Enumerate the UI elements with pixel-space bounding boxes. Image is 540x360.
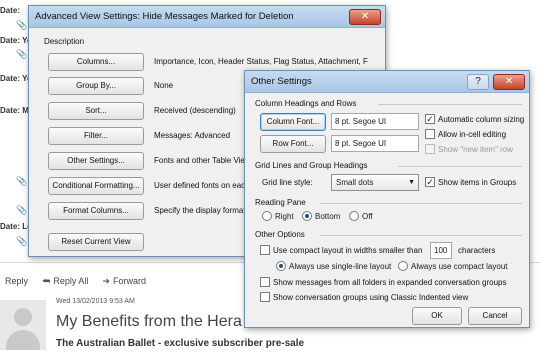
dialog-titlebar[interactable]: Advanced View Settings: Hide Messages Ma… bbox=[29, 6, 385, 28]
attachment-icon: 📎 bbox=[16, 236, 28, 246]
compact-layout-radio[interactable]: Always use compact layout bbox=[398, 261, 508, 271]
close-button[interactable]: ✕ bbox=[493, 74, 525, 90]
show-messages-all-folders-checkbox[interactable]: Show messages from all folders in expand… bbox=[260, 277, 506, 287]
group-by-value: None bbox=[154, 81, 174, 90]
checkbox-box bbox=[425, 144, 435, 154]
attachment-icon: 📎 bbox=[16, 49, 28, 59]
format-columns-value: Specify the display format bbox=[154, 206, 246, 215]
ok-button[interactable]: OK bbox=[412, 307, 462, 325]
group-separator bbox=[320, 235, 522, 236]
conditional-formatting-button[interactable]: Conditional Formatting... bbox=[48, 177, 144, 195]
automatic-column-sizing-checkbox[interactable]: ✓ Automatic column sizing bbox=[425, 114, 524, 124]
group-by-button[interactable]: Group By... bbox=[48, 77, 144, 95]
reading-pane-bottom-radio[interactable]: Bottom bbox=[302, 211, 340, 221]
reply-all-icon: ⮪ bbox=[42, 276, 51, 286]
grid-line-style-label: Grid line style: bbox=[262, 178, 313, 187]
grid-lines-group-label: Grid Lines and Group Headings bbox=[255, 161, 368, 170]
columns-value: Importance, Icon, Header Status, Flag St… bbox=[154, 57, 368, 66]
conditional-formatting-value: User defined fonts on eac bbox=[154, 181, 246, 190]
reply-button[interactable]: Reply bbox=[2, 276, 28, 287]
checkbox-box[interactable] bbox=[260, 245, 270, 255]
forward-button[interactable]: ➜ Forward bbox=[102, 276, 146, 287]
date-group-header: Date: Le bbox=[0, 222, 32, 231]
other-options-group-label: Other Options bbox=[255, 230, 305, 239]
message-date: Wed 13/02/2013 9:53 AM bbox=[56, 298, 135, 305]
checkbox-box[interactable]: ✓ bbox=[425, 177, 435, 187]
classic-indented-view-checkbox[interactable]: Show conversation groups using Classic I… bbox=[260, 292, 468, 302]
reading-pane-group-label: Reading Pane bbox=[255, 198, 306, 207]
attachment-icon: 📎 bbox=[16, 205, 28, 215]
column-font-button[interactable]: Column Font... bbox=[260, 113, 326, 131]
group-separator bbox=[398, 166, 522, 167]
reading-pane-right-radio[interactable]: Right bbox=[262, 211, 294, 221]
filter-button[interactable]: Filter... bbox=[48, 127, 144, 145]
group-separator bbox=[320, 203, 522, 204]
message-actions: Reply ⮪ Reply All ➜ Forward bbox=[2, 276, 146, 287]
single-line-layout-radio[interactable]: Always use single-line layout bbox=[276, 261, 391, 271]
attachment-icon: 📎 bbox=[16, 20, 28, 30]
reply-all-button[interactable]: ⮪ Reply All bbox=[42, 276, 88, 287]
compact-width-field[interactable]: 100 bbox=[430, 242, 452, 259]
checkbox-box[interactable] bbox=[260, 277, 270, 287]
close-icon: ✕ bbox=[504, 76, 514, 87]
message-list: Date: 📎 Date: Ye 📎 Date: Ye Date: M 📎 📎 … bbox=[0, 0, 32, 262]
row-font-field[interactable]: 8 pt. Segoe UI bbox=[331, 135, 419, 152]
sender-avatar bbox=[0, 300, 46, 350]
help-icon: ? bbox=[475, 76, 481, 87]
grid-line-style-select[interactable]: Small dots ▼ bbox=[331, 174, 419, 191]
column-headings-group-label: Column Headings and Rows bbox=[255, 99, 357, 108]
format-columns-button[interactable]: Format Columns... bbox=[48, 202, 144, 220]
reading-pane-off-radio[interactable]: Off bbox=[349, 211, 373, 221]
compact-layout-checkbox[interactable]: Use compact layout in widths smaller tha… bbox=[260, 245, 422, 255]
close-button[interactable]: ✕ bbox=[349, 9, 381, 25]
allow-in-cell-editing-checkbox[interactable]: Allow in-cell editing bbox=[425, 129, 506, 139]
other-settings-value: Fonts and other Table Vie bbox=[154, 156, 245, 165]
show-items-in-groups-checkbox[interactable]: ✓ Show items in Groups bbox=[425, 177, 516, 187]
help-button[interactable]: ? bbox=[467, 74, 489, 90]
sort-value: Received (descending) bbox=[154, 106, 236, 115]
checkbox-box[interactable] bbox=[260, 292, 270, 302]
description-group-label: Description bbox=[44, 37, 85, 46]
cancel-button[interactable]: Cancel bbox=[468, 307, 522, 325]
message-from-line: The Australian Ballet - exclusive subscr… bbox=[56, 338, 305, 349]
columns-button[interactable]: Columns... bbox=[48, 53, 144, 71]
show-new-item-row-checkbox: Show "new item" row bbox=[425, 144, 513, 154]
dialog-title: Other Settings bbox=[251, 76, 312, 87]
other-settings-dialog: Other Settings ? ✕ Column Headings and R… bbox=[244, 70, 530, 328]
date-group-header: Date: bbox=[0, 6, 21, 15]
forward-icon: ➜ bbox=[102, 276, 110, 286]
attachment-icon: 📎 bbox=[16, 176, 28, 186]
date-group-header: Date: Ye bbox=[0, 74, 32, 83]
column-font-field[interactable]: 8 pt. Segoe UI bbox=[331, 113, 419, 130]
other-settings-button[interactable]: Other Settings... bbox=[48, 152, 144, 170]
message-subject: My Benefits from the Hera bbox=[56, 313, 242, 330]
sort-button[interactable]: Sort... bbox=[48, 102, 144, 120]
dropdown-arrow-icon: ▼ bbox=[408, 179, 415, 186]
filter-value: Messages: Advanced bbox=[154, 131, 231, 140]
dialog-title: Advanced View Settings: Hide Messages Ma… bbox=[35, 11, 294, 22]
row-font-button[interactable]: Row Font... bbox=[260, 135, 326, 153]
date-group-header: Date: M bbox=[0, 106, 29, 115]
reset-current-view-button[interactable]: Reset Current View bbox=[48, 233, 144, 251]
close-icon: ✕ bbox=[360, 11, 370, 22]
checkbox-box[interactable] bbox=[425, 129, 435, 139]
date-group-header: Date: Ye bbox=[0, 36, 32, 45]
dialog-titlebar[interactable]: Other Settings ? ✕ bbox=[245, 71, 529, 93]
compact-width-unit: characters bbox=[458, 246, 496, 255]
checkbox-box[interactable]: ✓ bbox=[425, 114, 435, 124]
group-separator bbox=[378, 104, 522, 105]
